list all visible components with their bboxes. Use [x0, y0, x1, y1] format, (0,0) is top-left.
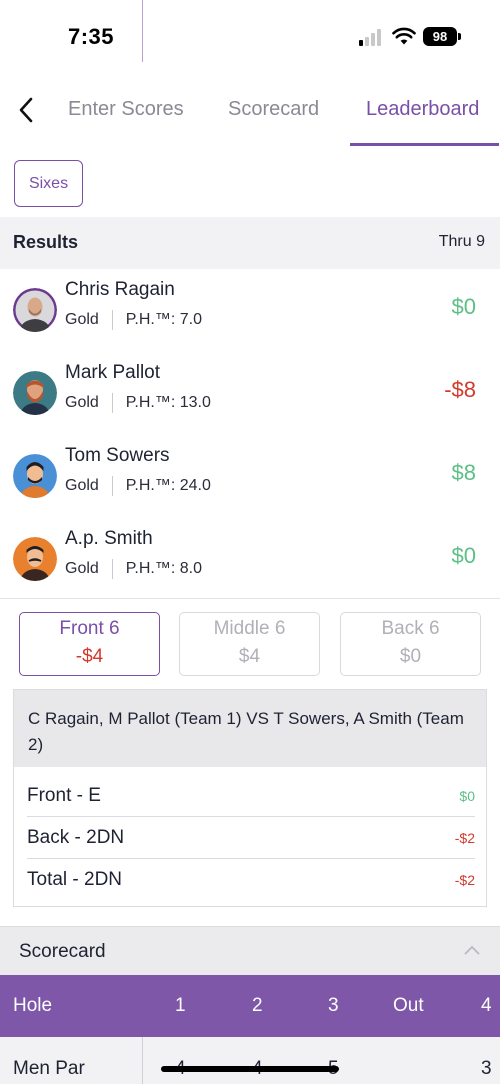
thru-holes: Thru 9	[438, 233, 485, 250]
cellular-signal-icon	[359, 28, 385, 46]
player-amount: -$8	[444, 377, 476, 402]
player-tee: Gold	[65, 477, 99, 494]
player-meta: Gold P.H.™: 7.0	[65, 310, 202, 330]
top-navigation: Enter Scores Scorecard Leaderboard	[0, 80, 500, 146]
match-summary: C Ragain, M Pallot (Team 1) VS T Sowers,…	[13, 689, 487, 907]
back-arrow-icon[interactable]	[12, 94, 42, 126]
player-handicap: P.H.™: 24.0	[125, 477, 211, 494]
wifi-icon	[392, 27, 416, 45]
scorecard-hole-row: Hole 1 2 3 Out 4	[0, 975, 500, 1037]
segment-back-6[interactable]: Back 6 $0	[340, 612, 481, 676]
player-name: Chris Ragain	[65, 279, 175, 300]
player-row[interactable]: Chris Ragain Gold P.H.™: 7.0 $0	[0, 279, 500, 371]
segment-label: Front 6	[59, 618, 120, 639]
par-value: 3	[481, 1058, 492, 1079]
segment-label: Back 6	[381, 618, 440, 639]
results-header: Results Thru 9	[0, 217, 500, 269]
segment-middle-6[interactable]: Middle 6 $4	[179, 612, 320, 676]
match-row-label: Front - E	[27, 785, 101, 806]
player-tee: Gold	[65, 560, 99, 577]
hole-out: Out	[393, 995, 424, 1016]
hole-row-label: Hole	[13, 995, 53, 1016]
match-heading: C Ragain, M Pallot (Team 1) VS T Sowers,…	[14, 690, 486, 767]
player-name: A.p. Smith	[65, 528, 153, 549]
segment-value: $4	[238, 646, 261, 667]
active-tab-indicator	[350, 143, 499, 146]
par-row-label: Men Par	[13, 1058, 85, 1079]
player-amount: $0	[451, 543, 476, 568]
player-tee: Gold	[65, 394, 99, 411]
match-row-label: Total - 2DN	[27, 869, 123, 890]
column-divider	[142, 1037, 143, 1084]
player-row[interactable]: Tom Sowers Gold P.H.™: 24.0 $8	[0, 445, 500, 537]
player-meta: Gold P.H.™: 13.0	[65, 393, 211, 413]
segment-label: Middle 6	[213, 618, 286, 639]
match-row: Front - E $0	[27, 775, 475, 817]
player-amount: $0	[451, 294, 476, 319]
chevron-up-icon[interactable]	[464, 945, 480, 955]
avatar	[13, 371, 57, 415]
avatar	[13, 537, 57, 581]
avatar	[13, 288, 57, 332]
match-row-value: -$2	[454, 872, 475, 888]
segment-front-6[interactable]: Front 6 -$4	[19, 612, 160, 676]
hole-number: 3	[328, 995, 339, 1016]
scorecard-title: Scorecard	[19, 941, 106, 962]
player-handicap: P.H.™: 13.0	[125, 394, 211, 411]
match-row: Total - 2DN -$2	[27, 859, 475, 901]
player-handicap: P.H.™: 7.0	[125, 311, 202, 328]
avatar	[13, 454, 57, 498]
hole-number: 1	[175, 995, 186, 1016]
hole-number: 2	[252, 995, 263, 1016]
tab-enter-scores[interactable]: Enter Scores	[68, 98, 184, 121]
status-bar: 7:35 98	[0, 0, 500, 75]
segment-value: -$4	[75, 646, 104, 667]
divider	[0, 598, 500, 599]
player-handicap: P.H.™: 8.0	[125, 560, 202, 577]
results-title: Results	[13, 232, 79, 252]
scorecard-par-row: Men Par 4 4 5 3	[0, 1037, 500, 1084]
battery-indicator: 98	[423, 27, 461, 46]
game-sixes-button[interactable]: Sixes	[14, 160, 83, 207]
status-time: 7:35	[68, 24, 115, 49]
player-row[interactable]: A.p. Smith Gold P.H.™: 8.0 $0	[0, 528, 500, 620]
segment-value: $0	[399, 646, 422, 667]
match-row: Back - 2DN -$2	[27, 817, 475, 859]
player-name: Tom Sowers	[65, 445, 170, 466]
match-row-value: $0	[459, 788, 475, 804]
scorecard-header[interactable]: Scorecard	[0, 926, 500, 975]
player-name: Mark Pallot	[65, 362, 161, 383]
home-indicator	[161, 1066, 339, 1072]
tab-leaderboard[interactable]: Leaderboard	[366, 98, 479, 121]
player-meta: Gold P.H.™: 8.0	[65, 559, 202, 579]
match-row-value: -$2	[454, 830, 475, 846]
player-meta: Gold P.H.™: 24.0	[65, 476, 211, 496]
match-row-label: Back - 2DN	[27, 827, 125, 848]
player-tee: Gold	[65, 311, 99, 328]
column-divider	[142, 0, 143, 62]
tab-scorecard[interactable]: Scorecard	[228, 98, 319, 121]
hole-number: 4	[481, 995, 492, 1016]
player-row[interactable]: Mark Pallot Gold P.H.™: 13.0 -$8	[0, 362, 500, 454]
player-amount: $8	[451, 460, 476, 485]
